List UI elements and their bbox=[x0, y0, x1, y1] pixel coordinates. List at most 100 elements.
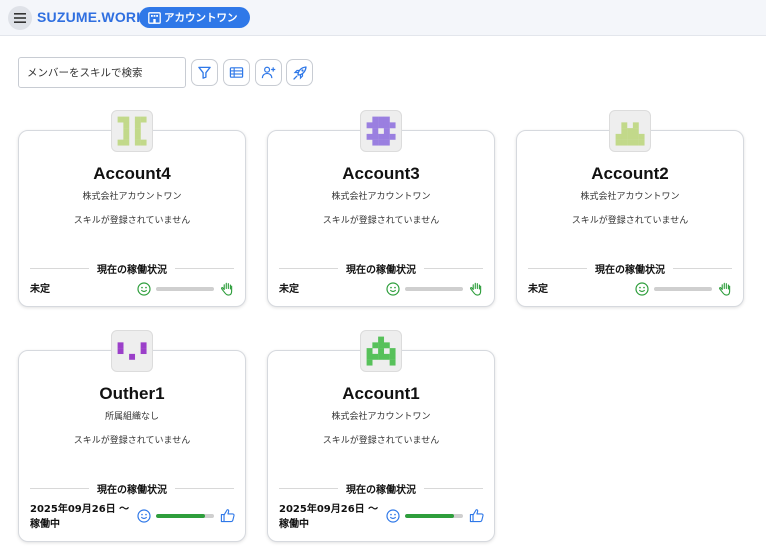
avatar-cell bbox=[123, 128, 130, 135]
member-card[interactable]: Account3 株式会社アカウントワン スキルが登録されていません 現在の稼働… bbox=[267, 110, 495, 307]
avatar-cell bbox=[632, 128, 639, 135]
organization-pill[interactable]: アカウントワン bbox=[139, 7, 250, 28]
smile-face-icon bbox=[386, 282, 400, 296]
avatar-cell bbox=[372, 353, 379, 360]
avatar-cell bbox=[615, 133, 622, 140]
rocket-button[interactable] bbox=[286, 59, 313, 86]
member-organization: 所属組織なし bbox=[104, 412, 159, 422]
utilization-bar bbox=[156, 287, 214, 291]
avatar-cell bbox=[632, 122, 639, 129]
top-bar: SUZUME.WORK アカウントワン bbox=[0, 0, 766, 36]
avatar-cell bbox=[372, 342, 379, 349]
status-text: 未定 bbox=[30, 282, 50, 297]
avatar-cell bbox=[389, 353, 396, 360]
add-member-icon bbox=[261, 66, 276, 79]
avatar-cell bbox=[378, 116, 385, 123]
avatar-cell bbox=[134, 116, 141, 123]
avatar-cell bbox=[383, 342, 390, 349]
hamburger-menu-button[interactable] bbox=[8, 6, 32, 30]
member-card[interactable]: Outher1 所属組織なし スキルが登録されていません 現在の稼働状況 202… bbox=[18, 330, 246, 542]
member-organization: 株式会社アカウントワン bbox=[331, 412, 431, 422]
avatar-cell bbox=[627, 139, 634, 146]
member-card[interactable]: Account2 株式会社アカウントワン スキルが登録されていません 現在の稼働… bbox=[516, 110, 744, 307]
avatar-cell bbox=[134, 139, 141, 146]
thumbs-up-icon[interactable] bbox=[220, 508, 235, 523]
member-skills: スキルが登録されていません bbox=[571, 216, 689, 226]
avatar-cell bbox=[389, 133, 396, 140]
member-name[interactable]: Account2 bbox=[517, 164, 743, 184]
raised-hand-icon[interactable] bbox=[469, 281, 484, 296]
avatar-cell bbox=[129, 353, 136, 360]
add-member-button[interactable] bbox=[255, 59, 282, 86]
avatar bbox=[111, 330, 153, 372]
table-view-button[interactable] bbox=[223, 59, 250, 86]
member-name[interactable]: Account4 bbox=[19, 164, 245, 184]
avatar-cell bbox=[123, 122, 130, 129]
member-skills: スキルが登録されていません bbox=[73, 436, 191, 446]
table-view-icon bbox=[229, 67, 244, 78]
avatar-cell bbox=[627, 128, 634, 135]
utilization-bar bbox=[405, 287, 463, 291]
thumbs-up-icon[interactable] bbox=[469, 508, 484, 523]
avatar-cell bbox=[378, 336, 385, 343]
raised-hand-icon[interactable] bbox=[220, 281, 235, 296]
identicon-avatar bbox=[366, 336, 396, 366]
status-section-label: 現在の稼働状況 bbox=[587, 261, 673, 276]
member-card[interactable]: Account4 株式会社アカウントワン スキルが登録されていません 現在の稼働… bbox=[18, 110, 246, 307]
status-section-label: 現在の稼働状況 bbox=[89, 261, 175, 276]
avatar-cell bbox=[140, 342, 147, 349]
raised-hand-icon[interactable] bbox=[718, 281, 733, 296]
smile-face-icon bbox=[137, 509, 151, 523]
filter-icon bbox=[198, 66, 211, 79]
avatar-cell bbox=[372, 128, 379, 135]
status-text: 2025年09月26日 〜 稼働中 bbox=[30, 502, 129, 532]
avatar-cell bbox=[632, 139, 639, 146]
avatar-cell bbox=[389, 359, 396, 366]
avatar-cell bbox=[366, 133, 373, 140]
status-line: 2025年09月26日 〜 bbox=[279, 504, 379, 515]
rocket-icon bbox=[292, 65, 307, 80]
status-text: 未定 bbox=[528, 282, 548, 297]
brand-logo[interactable]: SUZUME.WORK bbox=[37, 9, 147, 25]
avatar-cell bbox=[378, 122, 385, 129]
avatar-cell bbox=[383, 122, 390, 129]
avatar-cell bbox=[372, 122, 379, 129]
member-organization: 株式会社アカウントワン bbox=[82, 192, 182, 202]
utilization-fill bbox=[156, 514, 206, 518]
identicon-avatar bbox=[117, 342, 147, 360]
avatar-cell bbox=[638, 133, 645, 140]
avatar-cell bbox=[372, 133, 379, 140]
member-skills: スキルが登録されていません bbox=[322, 216, 440, 226]
member-card[interactable]: Account1 株式会社アカウントワン スキルが登録されていません 現在の稼働… bbox=[267, 330, 495, 542]
avatar-cell bbox=[117, 116, 124, 123]
avatar-cell bbox=[378, 133, 385, 140]
avatar-cell bbox=[383, 353, 390, 360]
status-line: 未定 bbox=[279, 284, 299, 295]
member-name[interactable]: Outher1 bbox=[19, 384, 245, 404]
avatar-cell bbox=[389, 122, 396, 129]
avatar-cell bbox=[615, 139, 622, 146]
status-line-2: 稼働中 bbox=[279, 519, 309, 530]
member-name[interactable]: Account1 bbox=[268, 384, 494, 404]
skill-search-input[interactable] bbox=[18, 57, 186, 88]
avatar bbox=[111, 110, 153, 152]
status-section-label: 現在の稼働状況 bbox=[338, 481, 424, 496]
status-line: 未定 bbox=[528, 284, 548, 295]
member-organization: 株式会社アカウントワン bbox=[580, 192, 680, 202]
status-section-label: 現在の稼働状況 bbox=[338, 261, 424, 276]
member-skills: スキルが登録されていません bbox=[73, 216, 191, 226]
avatar-cell bbox=[366, 348, 373, 355]
avatar-cell bbox=[378, 348, 385, 355]
member-name[interactable]: Account3 bbox=[268, 164, 494, 184]
menu-icon bbox=[14, 13, 26, 23]
organization-name: アカウントワン bbox=[164, 12, 238, 24]
avatar-cell bbox=[134, 122, 141, 129]
avatar-cell bbox=[366, 122, 373, 129]
member-skills: スキルが登録されていません bbox=[322, 436, 440, 446]
avatar-cell bbox=[140, 139, 147, 146]
avatar-cell bbox=[383, 128, 390, 135]
status-text: 未定 bbox=[279, 282, 299, 297]
avatar-cell bbox=[383, 116, 390, 123]
filter-button[interactable] bbox=[191, 59, 218, 86]
building-icon bbox=[148, 11, 161, 24]
